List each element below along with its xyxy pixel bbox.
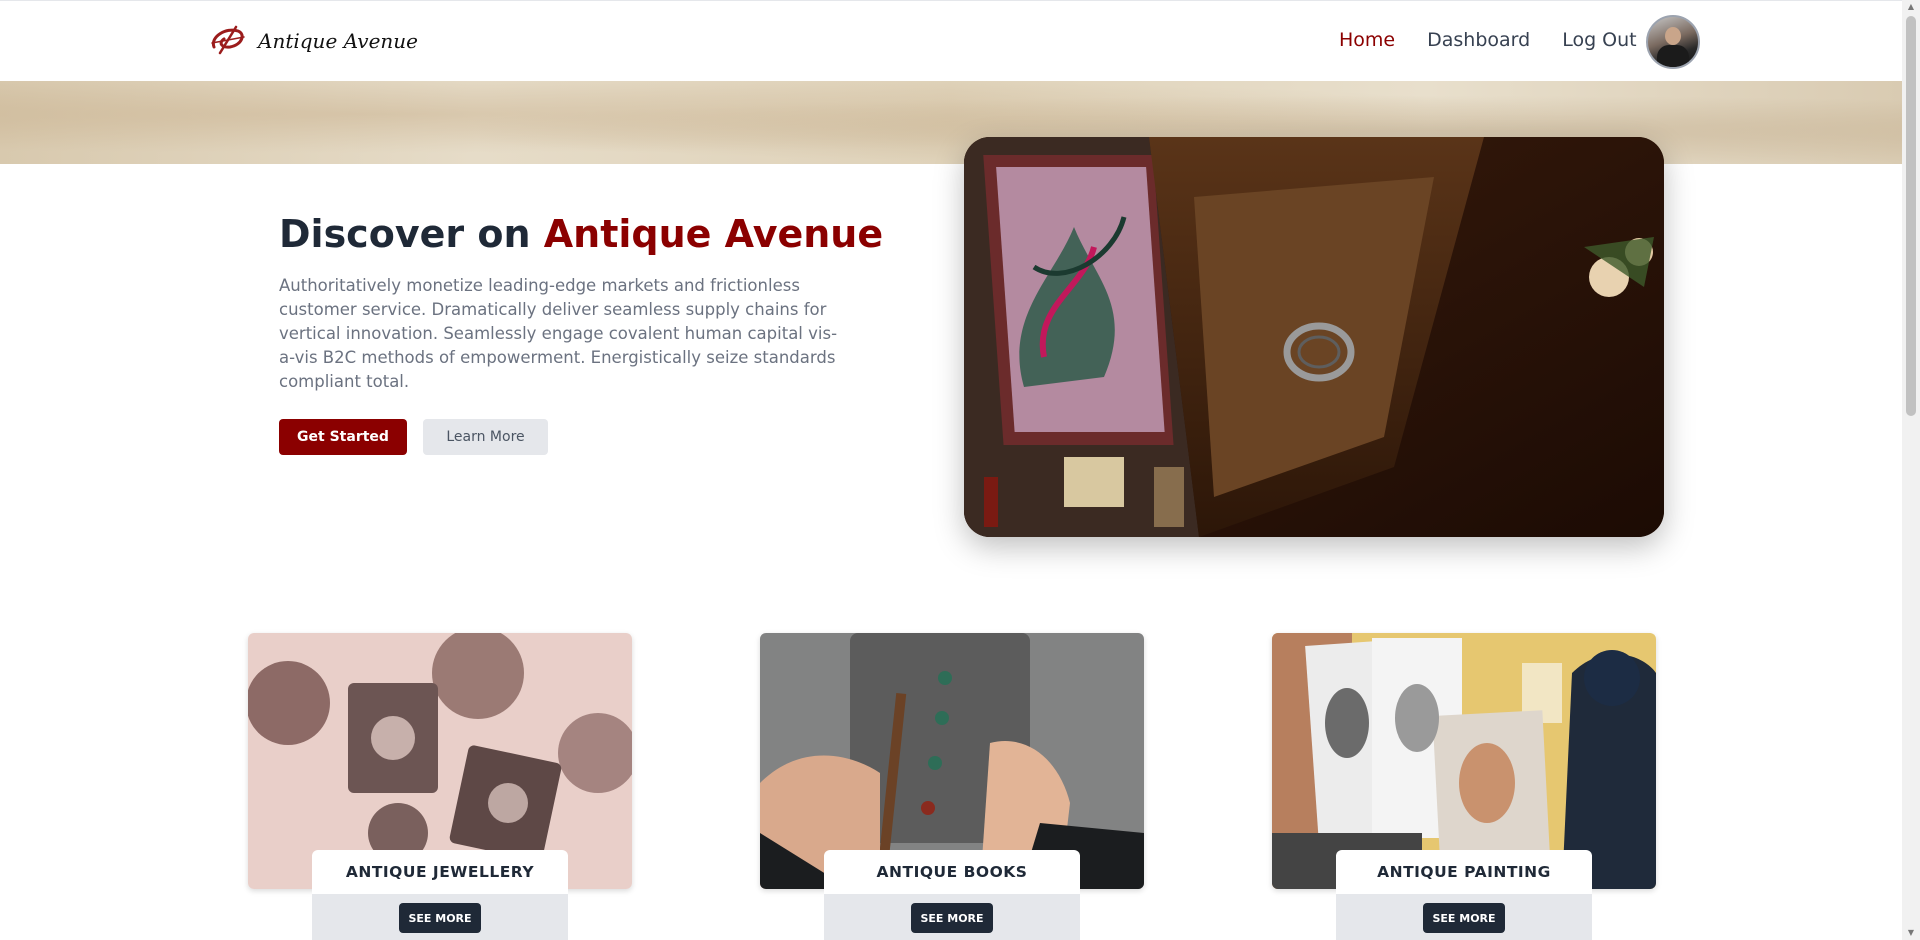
brand[interactable]: Antique Avenue (208, 23, 418, 59)
avatar-body (1657, 45, 1689, 67)
card-label: ANTIQUE BOOKS (824, 850, 1080, 894)
scroll-up-arrow-icon[interactable]: ▲ (1906, 2, 1916, 12)
card-action-bar: SEE MORE (1336, 894, 1592, 940)
hero-title: Discover on Antique Avenue (279, 212, 883, 256)
nav-dashboard-link[interactable]: Dashboard (1427, 29, 1530, 51)
user-avatar[interactable] (1646, 15, 1700, 69)
get-started-button[interactable]: Get Started (279, 419, 407, 455)
hero-image (964, 137, 1664, 537)
brand-name: Antique Avenue (258, 29, 418, 53)
hero-title-accent: Antique Avenue (543, 212, 884, 256)
nav-links: Home Dashboard Log Out (1339, 29, 1637, 51)
see-more-jewellery-button[interactable]: SEE MORE (399, 903, 481, 933)
nav-home-link[interactable]: Home (1339, 29, 1395, 51)
hero-image-art (964, 137, 1664, 537)
see-more-books-button[interactable]: SEE MORE (911, 903, 993, 933)
card-action-bar: SEE MORE (312, 894, 568, 940)
category-card-painting: ANTIQUE PAINTING SEE MORE (1272, 633, 1656, 940)
nav-logout-link[interactable]: Log Out (1562, 29, 1636, 51)
hero-title-prefix: Discover on (279, 212, 544, 256)
card-label: ANTIQUE JEWELLERY (312, 850, 568, 894)
scrollbar-thumb[interactable] (1906, 16, 1916, 416)
card-label: ANTIQUE PAINTING (1336, 850, 1592, 894)
learn-more-button[interactable]: Learn More (423, 419, 548, 455)
hero-description: Authoritatively monetize leading-edge ma… (279, 276, 838, 391)
avatar-head (1665, 27, 1681, 45)
card-action-bar: SEE MORE (824, 894, 1080, 940)
scroll-down-arrow-icon[interactable]: ▼ (1906, 928, 1916, 938)
page-scrollbar[interactable]: ▲ ▼ (1902, 0, 1920, 940)
top-navbar: Antique Avenue Home Dashboard Log Out (0, 0, 1902, 82)
category-card-books: ANTIQUE BOOKS SEE MORE (760, 633, 1144, 940)
category-card-jewellery: ANTIQUE JEWELLERY SEE MORE (248, 633, 632, 940)
see-more-painting-button[interactable]: SEE MORE (1423, 903, 1505, 933)
brand-swirl-logo-icon (211, 25, 245, 55)
